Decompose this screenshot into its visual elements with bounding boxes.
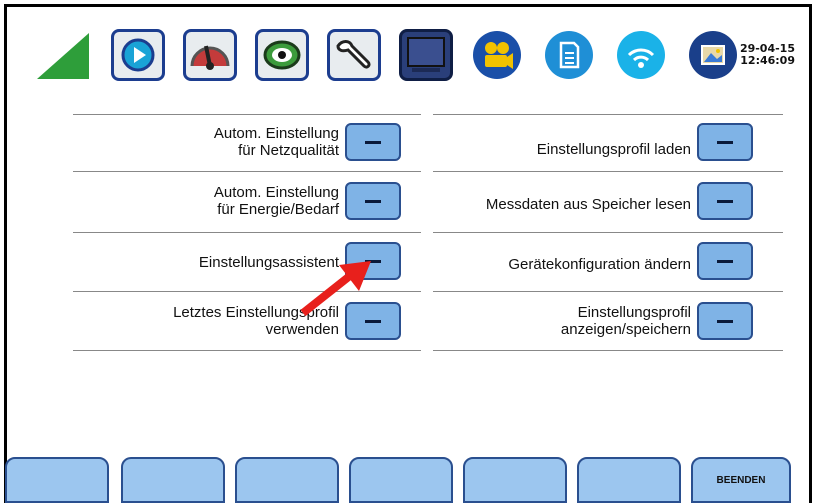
softkey-4[interactable] — [349, 457, 453, 503]
camera-icon[interactable] — [473, 31, 521, 79]
divider — [73, 350, 421, 351]
gauge-icon[interactable] — [183, 29, 237, 81]
clock-time: 12:46:09 — [740, 54, 795, 67]
red-arrow-annotation — [300, 261, 371, 317]
divider — [433, 114, 783, 115]
divider — [433, 171, 783, 172]
softkey-1[interactable] — [5, 457, 109, 503]
read-memory-data-button[interactable] — [697, 182, 753, 220]
change-device-config-label: Gerätekonfiguration ändern — [508, 256, 691, 273]
divider — [433, 232, 783, 233]
dash-icon — [717, 319, 733, 323]
eye-icon[interactable] — [255, 29, 309, 81]
clock: 29-04-15 12:46:09 — [740, 43, 795, 67]
load-profile-label: Einstellungsprofil laden — [536, 141, 691, 158]
auto-setup-energy-demand-button[interactable] — [345, 182, 401, 220]
auto-setup-energy-demand-label: Autom. Einstellung für Energie/Bedarf — [213, 184, 339, 218]
signal-strength-icon — [37, 33, 89, 79]
auto-setup-power-quality-label: Autom. Einstellung für Netzqualität — [213, 125, 339, 159]
view-save-profile-button[interactable] — [697, 302, 753, 340]
dash-icon — [365, 199, 381, 203]
wrench-icon[interactable] — [327, 29, 381, 81]
softkey-6[interactable] — [577, 457, 681, 503]
wifi-icon[interactable] — [617, 31, 665, 79]
dash-icon — [717, 140, 733, 144]
picture-icon[interactable] — [689, 31, 737, 79]
auto-setup-power-quality-button[interactable] — [345, 123, 401, 161]
play-icon[interactable] — [111, 29, 165, 81]
softkey-2[interactable] — [121, 457, 225, 503]
read-memory-data-label: Messdaten aus Speicher lesen — [485, 196, 691, 213]
dash-icon — [717, 259, 733, 263]
dash-icon — [365, 140, 381, 144]
dash-icon — [365, 319, 381, 323]
monitor-icon[interactable] — [399, 29, 453, 81]
softkey-3[interactable] — [235, 457, 339, 503]
exit-button[interactable]: BEENDEN — [691, 457, 791, 503]
divider — [433, 291, 783, 292]
divider — [73, 232, 421, 233]
divider — [73, 114, 421, 115]
divider — [73, 171, 421, 172]
top-toolbar: 29-04-15 12:46:09 — [7, 7, 809, 87]
divider — [433, 350, 783, 351]
device-screen: 29-04-15 12:46:09 Autom. Einstellung für … — [4, 4, 812, 503]
dash-icon — [717, 199, 733, 203]
load-profile-button[interactable] — [697, 123, 753, 161]
view-save-profile-label: Einstellungsprofil anzeigen/speichern — [560, 304, 691, 338]
change-device-config-button[interactable] — [697, 242, 753, 280]
document-icon[interactable] — [545, 31, 593, 79]
softkey-5[interactable] — [463, 457, 567, 503]
